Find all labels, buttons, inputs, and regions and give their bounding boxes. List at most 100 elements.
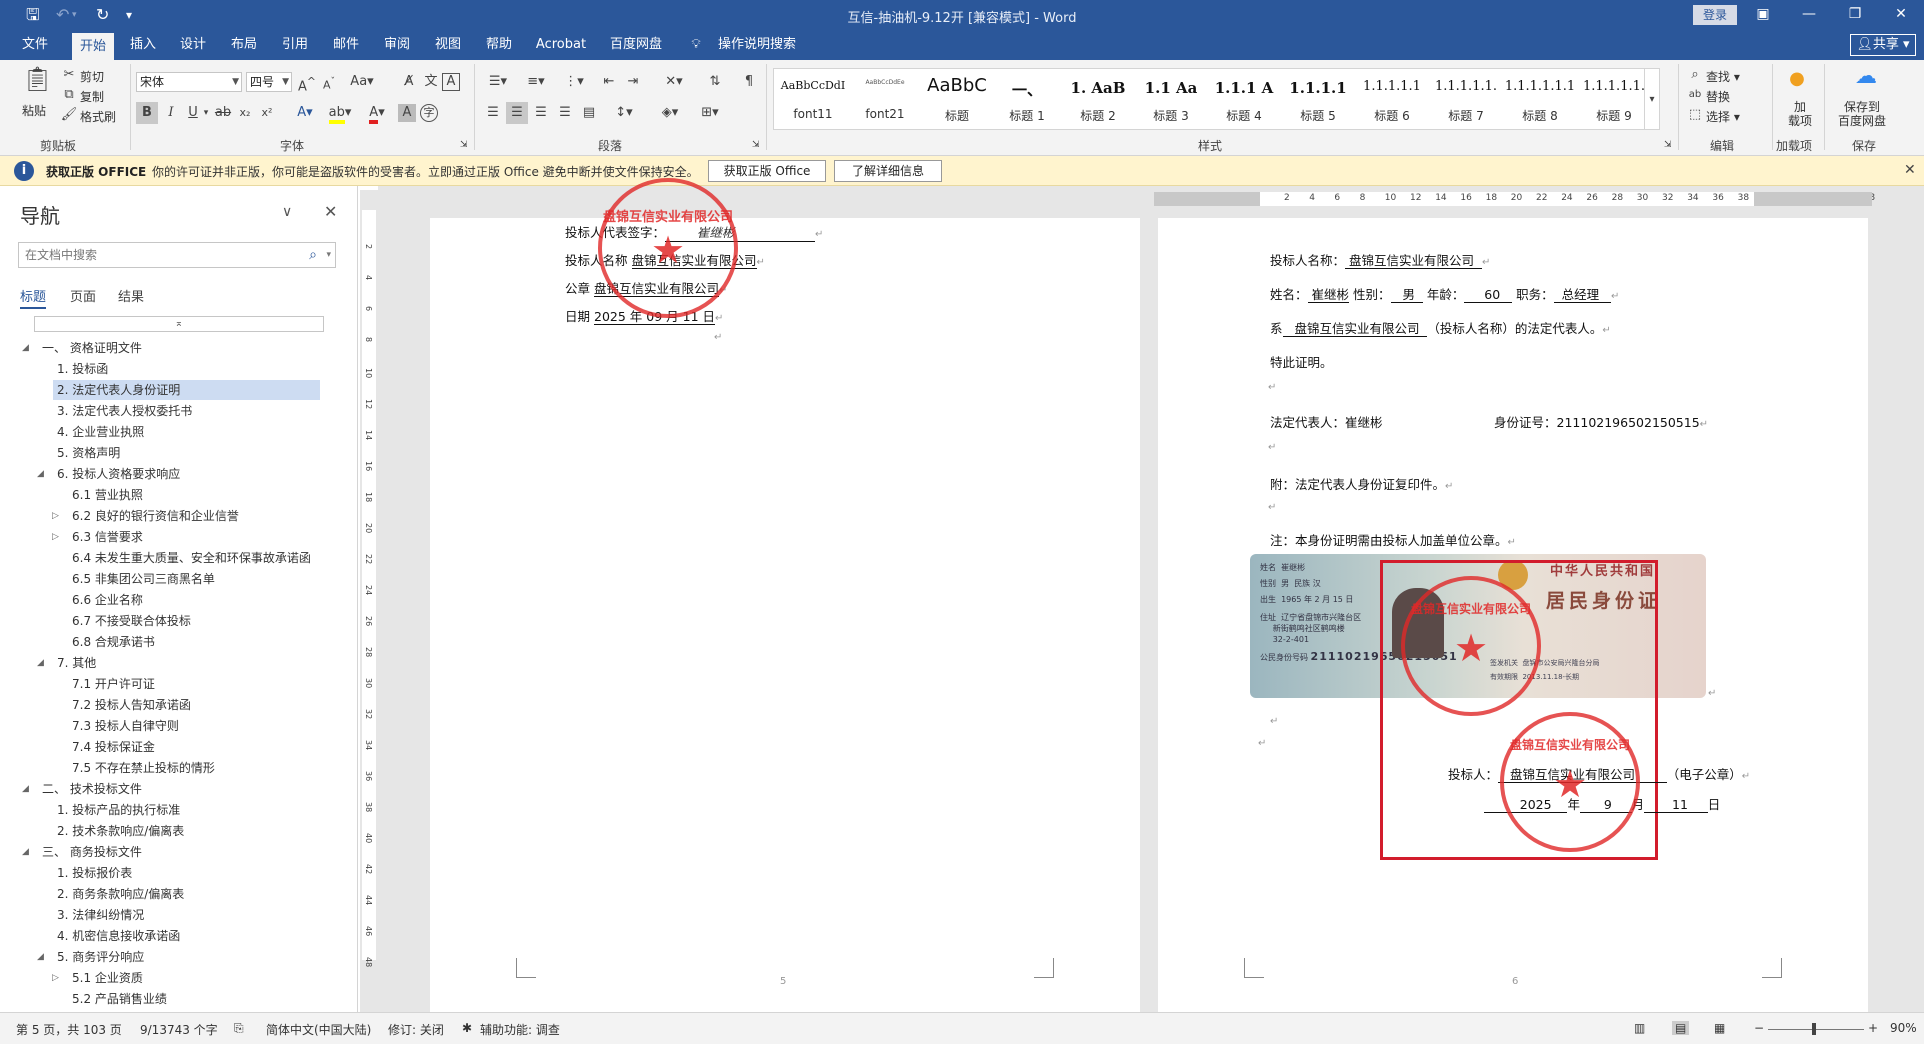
nav-heading-item[interactable]: 2. 法定代表人身份证明 [53,380,320,400]
style-heading-3[interactable]: 1.1 Aa 标题 3 [1136,69,1206,129]
copy-button[interactable]: 复制 [80,88,104,105]
nav-heading-item[interactable]: 2. 商务条款响应/偏离表 [53,884,296,904]
multilevel-list-icon[interactable]: ⋮▾ [558,71,590,93]
nav-heading-item[interactable]: 6.7 不接受联合体投标 [68,611,296,631]
font-size-combo[interactable]: 四号 ▼ [246,72,292,92]
shading-icon[interactable]: ◈▾ [654,102,686,124]
print-layout-icon[interactable]: ▤ [1672,1021,1690,1035]
nav-heading-item[interactable]: 7.2 投标人告知承诺函 [68,695,296,715]
tab-view[interactable]: 视图 [427,30,469,60]
justify-icon[interactable]: ☰ [554,102,576,124]
borders-icon[interactable]: ⊞▾ [694,102,726,124]
nav-heading-item[interactable]: ◢ 6. 投标人资格要求响应 [37,464,296,484]
p6-xi-line[interactable]: 系 盘锦互信实业有限公司 （投标人名称）的法定代表人。↵ [1270,318,1611,337]
font-name-combo[interactable]: 宋体 ▼ [136,72,242,92]
vertical-ruler[interactable]: 2 4 6 8 10 12 14 16 18 20 22 24 26 28 30 32 34 36 38 40 42 44… [360,190,378,1012]
nav-heading-item[interactable]: 6.5 非集团公司三商黑名单 [68,569,296,589]
style-heading-2[interactable]: 1. AaB 标题 2 [1062,69,1134,129]
line-spacing-icon[interactable]: ↕▾ [608,102,640,124]
character-border-icon[interactable]: A [442,73,460,91]
tab-layout[interactable]: 布局 [223,30,265,60]
zoom-out-icon[interactable]: − [1754,1021,1764,1035]
superscript-icon[interactable]: x² [256,102,278,124]
text-highlight-icon[interactable]: ab▾ [324,102,356,124]
style-heading-9[interactable]: 1.1.1.1.1. 标题 9 [1578,69,1650,129]
clear-formatting-icon[interactable]: A̸ [398,71,420,93]
p6-person-line[interactable]: 姓名： 崔继彬 性别： 男 年龄： 60 职务： 总经理 ↵ [1270,284,1619,303]
nav-heading-item[interactable]: 1. 投标产品的执行标准 [53,800,296,820]
nav-tab-results[interactable]: 结果 [118,286,144,305]
save-to-baidu-button[interactable]: 保存到 百度网盘 [1838,100,1886,128]
nav-heading-item[interactable]: 4. 企业营业执照 [53,422,296,442]
nav-heading-item[interactable]: 5. 资格声明 [53,443,296,463]
style-title[interactable]: AaBbC 标题 [922,69,992,129]
ribbon-display-options-icon[interactable]: ▣ [1740,0,1786,30]
cut-button[interactable]: 剪切 [80,68,104,85]
style-heading-8[interactable]: 1.1.1.1.1.1 标题 8 [1504,69,1576,129]
align-right-icon[interactable]: ☰ [530,102,552,124]
close-icon[interactable]: ✕ [324,202,337,221]
styles-dialog-launcher-icon[interactable]: ⇲ [1664,140,1672,150]
track-changes[interactable]: 修订: 关闭 [388,1021,444,1038]
minimize-icon[interactable]: — [1786,0,1832,30]
p6-special-line[interactable]: 特此证明。 [1270,352,1333,371]
align-left-icon[interactable]: ☰ [482,102,504,124]
grow-font-icon[interactable]: A^ [296,71,318,94]
language[interactable]: 简体中文(中国大陆) [266,1021,371,1038]
phonetic-guide-icon[interactable]: 文 [420,71,442,93]
nav-heading-item[interactable]: 7.1 开户许可证 [68,674,296,694]
increase-indent-icon[interactable]: ⇥ [622,71,644,93]
font-dialog-launcher-icon[interactable]: ⇲ [460,140,468,150]
numbering-icon[interactable]: ≡▾ [520,71,552,93]
p6-legal-rep-line[interactable]: 法定代表人：崔继彬 [1270,412,1383,431]
restore-icon[interactable]: ❐ [1832,0,1878,30]
p6-note-line[interactable]: 注：本身份证明需由投标人加盖单位公章。↵ [1270,530,1516,549]
nav-scroll-up-icon[interactable]: ⌅ [34,316,324,332]
paragraph-dialog-launcher-icon[interactable]: ⇲ [752,140,760,150]
collapse-icon[interactable]: ◢ [37,653,44,673]
share-button[interactable]: 👤︎共享 ▾ [1850,34,1916,56]
text-effects-icon[interactable]: A▾ [290,102,320,124]
tab-insert[interactable]: 插入 [122,30,164,60]
find-button[interactable]: 查找 ▾ [1706,68,1740,85]
tab-baidu-netdisk[interactable]: 百度网盘 [604,30,668,60]
chevron-down-icon[interactable]: ∨ [282,204,292,220]
tab-design[interactable]: 设计 [172,30,214,60]
expand-icon[interactable]: ▷ [52,527,59,547]
tell-me-search[interactable]: 操作说明搜索 [712,30,802,60]
nav-heading-item[interactable]: ◢ 一、 资格证明文件 [22,338,296,358]
tab-file[interactable]: 文件 [14,30,56,60]
nav-heading-item[interactable]: 6.6 企业名称 [68,590,296,610]
decrease-indent-icon[interactable]: ⇤ [598,71,620,93]
p6-id-line[interactable]: 身份证号：211102196502150515↵ [1494,412,1708,431]
nav-heading-item[interactable]: 5.2 产品销售业绩 [68,989,296,1009]
accessibility-status[interactable]: 辅助功能: 调查 [480,1021,560,1038]
tab-acrobat[interactable]: Acrobat [532,30,590,60]
zoom-in-icon[interactable]: + [1868,1021,1878,1035]
nav-tab-pages[interactable]: 页面 [70,286,96,305]
styles-more-icon[interactable]: ▾ [1644,68,1660,130]
tab-references[interactable]: 引用 [274,30,316,60]
nav-heading-item[interactable]: 6.1 营业执照 [68,485,296,505]
p6-bidder-name-line[interactable]: 投标人名称： 盘锦互信实业有限公司 ↵ [1270,250,1490,269]
nav-tab-headings[interactable]: 标题 [20,286,47,309]
nav-heading-item[interactable]: ▷ 5.1 企业资质 [52,968,296,988]
collapse-icon[interactable]: ◢ [37,464,44,484]
style-heading-6[interactable]: 1.1.1.1.1 标题 6 [1356,69,1428,129]
expand-icon[interactable]: ▷ [52,968,59,988]
page-count[interactable]: 第 5 页，共 103 页 [16,1021,122,1038]
nav-heading-item[interactable]: 6.4 未发生重大质量、安全和环保事故承诺函 [68,548,311,568]
sort-icon[interactable]: ⇅ [704,71,726,93]
nav-heading-item[interactable]: ◢ 7. 其他 [37,653,296,673]
tab-home[interactable]: 开始 [72,33,114,60]
zoom-slider[interactable] [1768,1023,1864,1035]
style-font21[interactable]: AaBbCcDdEe font21 [850,69,920,129]
collapse-icon[interactable]: ◢ [37,947,44,967]
align-center-icon[interactable]: ☰ [506,102,528,124]
zoom-level[interactable]: 90% [1890,1021,1917,1035]
addins-button[interactable]: 加 载项 [1788,100,1812,128]
learn-more-button[interactable]: 了解详细信息 [834,160,942,182]
nav-heading-item[interactable]: 4. 机密信息接收承诺函 [53,926,296,946]
distributed-icon[interactable]: ▤ [578,102,600,124]
tab-review[interactable]: 审阅 [376,30,418,60]
